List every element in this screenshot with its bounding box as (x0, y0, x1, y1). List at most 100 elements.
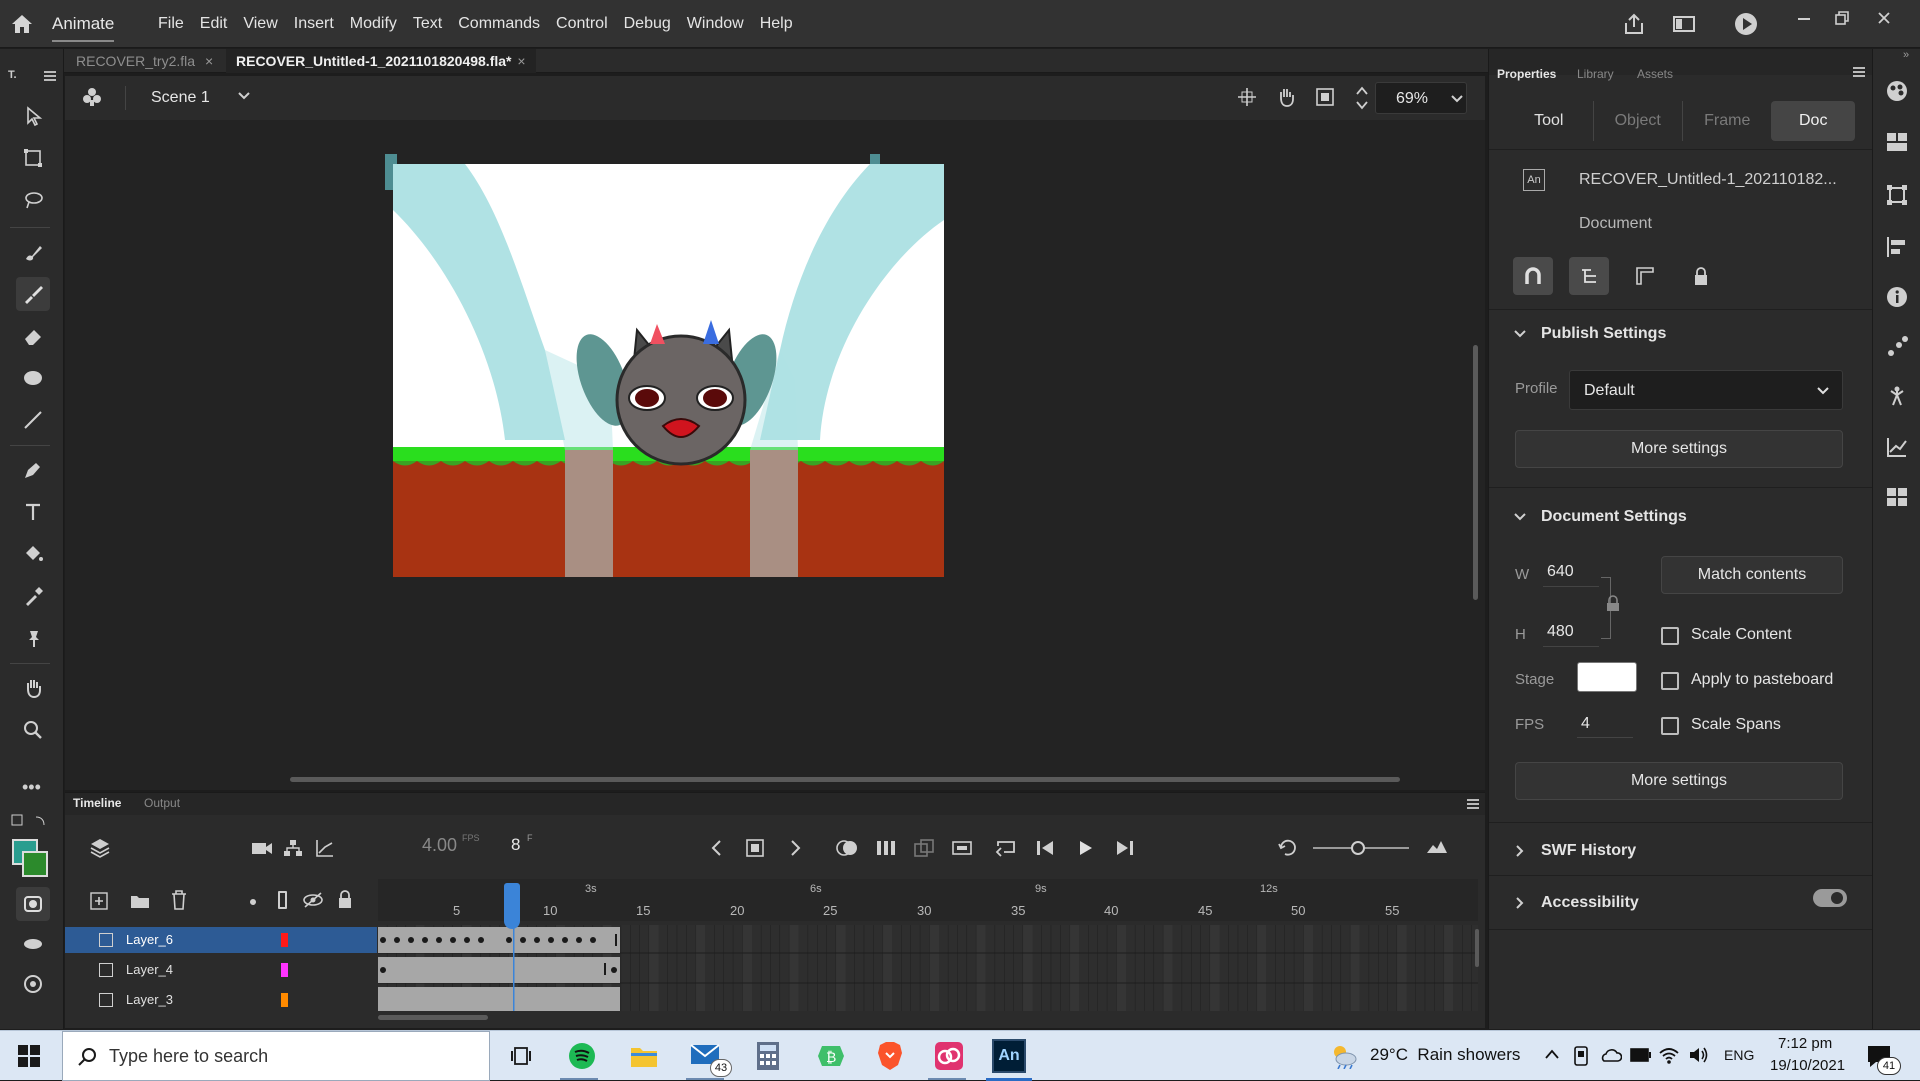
layer-parenting-icon[interactable] (283, 838, 303, 858)
zoom-tool-icon[interactable] (16, 713, 50, 747)
tab-recover-try2[interactable]: RECOVER_try2.fla × (66, 49, 223, 73)
fill-color-swatch[interactable] (22, 851, 48, 877)
new-layer-icon[interactable] (89, 891, 109, 911)
motion-tween-icon[interactable] (913, 838, 935, 858)
menu-debug[interactable]: Debug (616, 13, 679, 35)
scene-name[interactable]: Scene 1 (151, 89, 210, 107)
loop-playback-icon[interactable] (995, 838, 1017, 858)
paint-brush-icon[interactable] (16, 235, 50, 269)
transform-panel-icon[interactable] (1885, 183, 1909, 207)
oval-tool-icon[interactable] (16, 361, 50, 395)
layer-row-layer-4[interactable]: Layer_4 (65, 957, 377, 983)
new-folder-icon[interactable] (129, 891, 151, 911)
mode-tab-tool[interactable]: Tool (1505, 101, 1593, 141)
tab-close-icon[interactable]: × (205, 53, 213, 69)
document-settings-title[interactable]: Document Settings (1541, 508, 1687, 526)
tab-library[interactable]: Library (1577, 67, 1614, 81)
tab-assets[interactable]: Assets (1637, 67, 1673, 81)
line-tool-icon[interactable] (16, 403, 50, 437)
menu-view[interactable]: View (235, 13, 285, 35)
file-explorer-icon[interactable] (630, 1043, 658, 1069)
step-back-icon[interactable] (1035, 838, 1055, 858)
vertical-scrollbar[interactable] (1473, 345, 1478, 600)
layers-icon[interactable] (89, 837, 111, 859)
clip-content-icon[interactable] (1315, 87, 1335, 107)
onedrive-icon[interactable] (1600, 1047, 1622, 1063)
layer-color-swatch[interactable] (281, 933, 288, 947)
menu-modify[interactable]: Modify (342, 13, 405, 35)
brave-browser-icon[interactable] (876, 1041, 904, 1071)
layer-scrollbar[interactable] (1475, 929, 1479, 967)
mode-tab-frame[interactable]: Frame (1681, 101, 1771, 141)
spotify-icon[interactable] (568, 1042, 596, 1070)
snap-magnet-button[interactable] (1513, 257, 1553, 295)
collapse-icon[interactable]: » (1903, 49, 1909, 61)
scale-content-checkbox[interactable] (1661, 627, 1679, 645)
chevron-down-icon[interactable] (1513, 329, 1527, 339)
accessibility-title[interactable]: Accessibility (1541, 894, 1639, 912)
free-transform-icon[interactable] (16, 141, 50, 175)
selection-tool-icon[interactable] (16, 99, 50, 133)
playhead[interactable] (504, 883, 520, 929)
frame-zoom-thumb[interactable] (1351, 841, 1365, 855)
animate-app-icon[interactable]: An (992, 1039, 1026, 1073)
delete-layer-icon[interactable] (169, 889, 189, 911)
swf-history-title[interactable]: SWF History (1541, 842, 1636, 860)
hide-layers-icon[interactable] (302, 890, 324, 910)
tab-timeline[interactable]: Timeline (73, 796, 121, 810)
publish-settings-title[interactable]: Publish Settings (1541, 325, 1666, 343)
menu-commands[interactable]: Commands (450, 13, 548, 35)
hand-tool-icon[interactable] (16, 671, 50, 705)
scale-spans-checkbox[interactable] (1661, 717, 1679, 735)
match-contents-button[interactable]: Match contents (1661, 556, 1843, 594)
layer-row-layer-6[interactable]: Layer_6 (65, 927, 377, 953)
rotate-stage-icon[interactable] (1275, 86, 1297, 108)
calculator-icon[interactable] (756, 1041, 780, 1071)
zoom-stepper-icon[interactable] (1355, 84, 1369, 112)
width-field[interactable]: 640 (1543, 555, 1599, 587)
language-indicator[interactable]: ENG (1724, 1047, 1754, 1063)
layer-color-swatch[interactable] (281, 993, 288, 1007)
tab-output[interactable]: Output (144, 796, 180, 810)
menu-control[interactable]: Control (548, 13, 616, 35)
edit-multiple-frames-icon[interactable] (875, 838, 897, 858)
restore-icon[interactable] (1824, 6, 1860, 30)
color-panel-icon[interactable] (1885, 79, 1909, 103)
clock-time[interactable]: 7:12 pm (1778, 1035, 1832, 1052)
weather-icon[interactable] (1330, 1043, 1358, 1069)
tab-recover-untitled[interactable]: RECOVER_Untitled-1_2021101820498.fla* × (226, 49, 536, 73)
menu-edit[interactable]: Edit (192, 13, 236, 35)
fps-field[interactable]: 4 (1577, 706, 1633, 738)
home-icon[interactable] (8, 10, 36, 38)
chevron-right-icon[interactable] (1515, 896, 1525, 910)
eraser-icon[interactable] (16, 319, 50, 353)
layer-row-layer-3[interactable]: Layer_3 (65, 987, 377, 1007)
horizontal-scrollbar[interactable] (290, 777, 1400, 782)
accessibility-toggle[interactable] (1813, 889, 1847, 907)
minimize-icon[interactable] (1786, 6, 1822, 30)
previous-keyframe-icon[interactable] (710, 839, 722, 857)
text-tool-icon[interactable] (16, 495, 50, 529)
pin-tool-icon[interactable] (16, 621, 50, 655)
stage-canvas[interactable] (385, 150, 945, 590)
publish-more-settings-button[interactable]: More settings (1515, 430, 1843, 468)
chevron-down-icon[interactable] (237, 91, 251, 101)
current-frame[interactable]: 8 (511, 835, 520, 855)
panel-menu-icon[interactable] (1853, 67, 1865, 77)
brush-tool-icon[interactable] (16, 277, 50, 311)
mode-tab-doc[interactable]: Doc (1771, 101, 1855, 141)
chevron-up-icon[interactable] (1544, 1048, 1560, 1060)
swatches-icon[interactable] (1885, 131, 1909, 153)
more-tools-icon[interactable]: ••• (22, 777, 41, 798)
height-field[interactable]: 480 (1543, 615, 1599, 647)
panel-menu-icon[interactable] (44, 71, 56, 81)
eyedropper-icon[interactable] (16, 579, 50, 613)
edit-scene-icon[interactable] (81, 86, 103, 108)
pen-tool-icon[interactable] (16, 453, 50, 487)
rulers-button[interactable] (1625, 257, 1665, 295)
menu-insert[interactable]: Insert (286, 13, 342, 35)
classic-tween-icon[interactable] (951, 838, 973, 858)
panel-menu-icon[interactable] (1467, 799, 1479, 809)
insert-keyframe-icon[interactable] (745, 838, 765, 858)
frame-ruler[interactable]: 3s 6s 9s 12s 5 10 15 20 25 30 35 40 45 5… (378, 879, 1478, 921)
